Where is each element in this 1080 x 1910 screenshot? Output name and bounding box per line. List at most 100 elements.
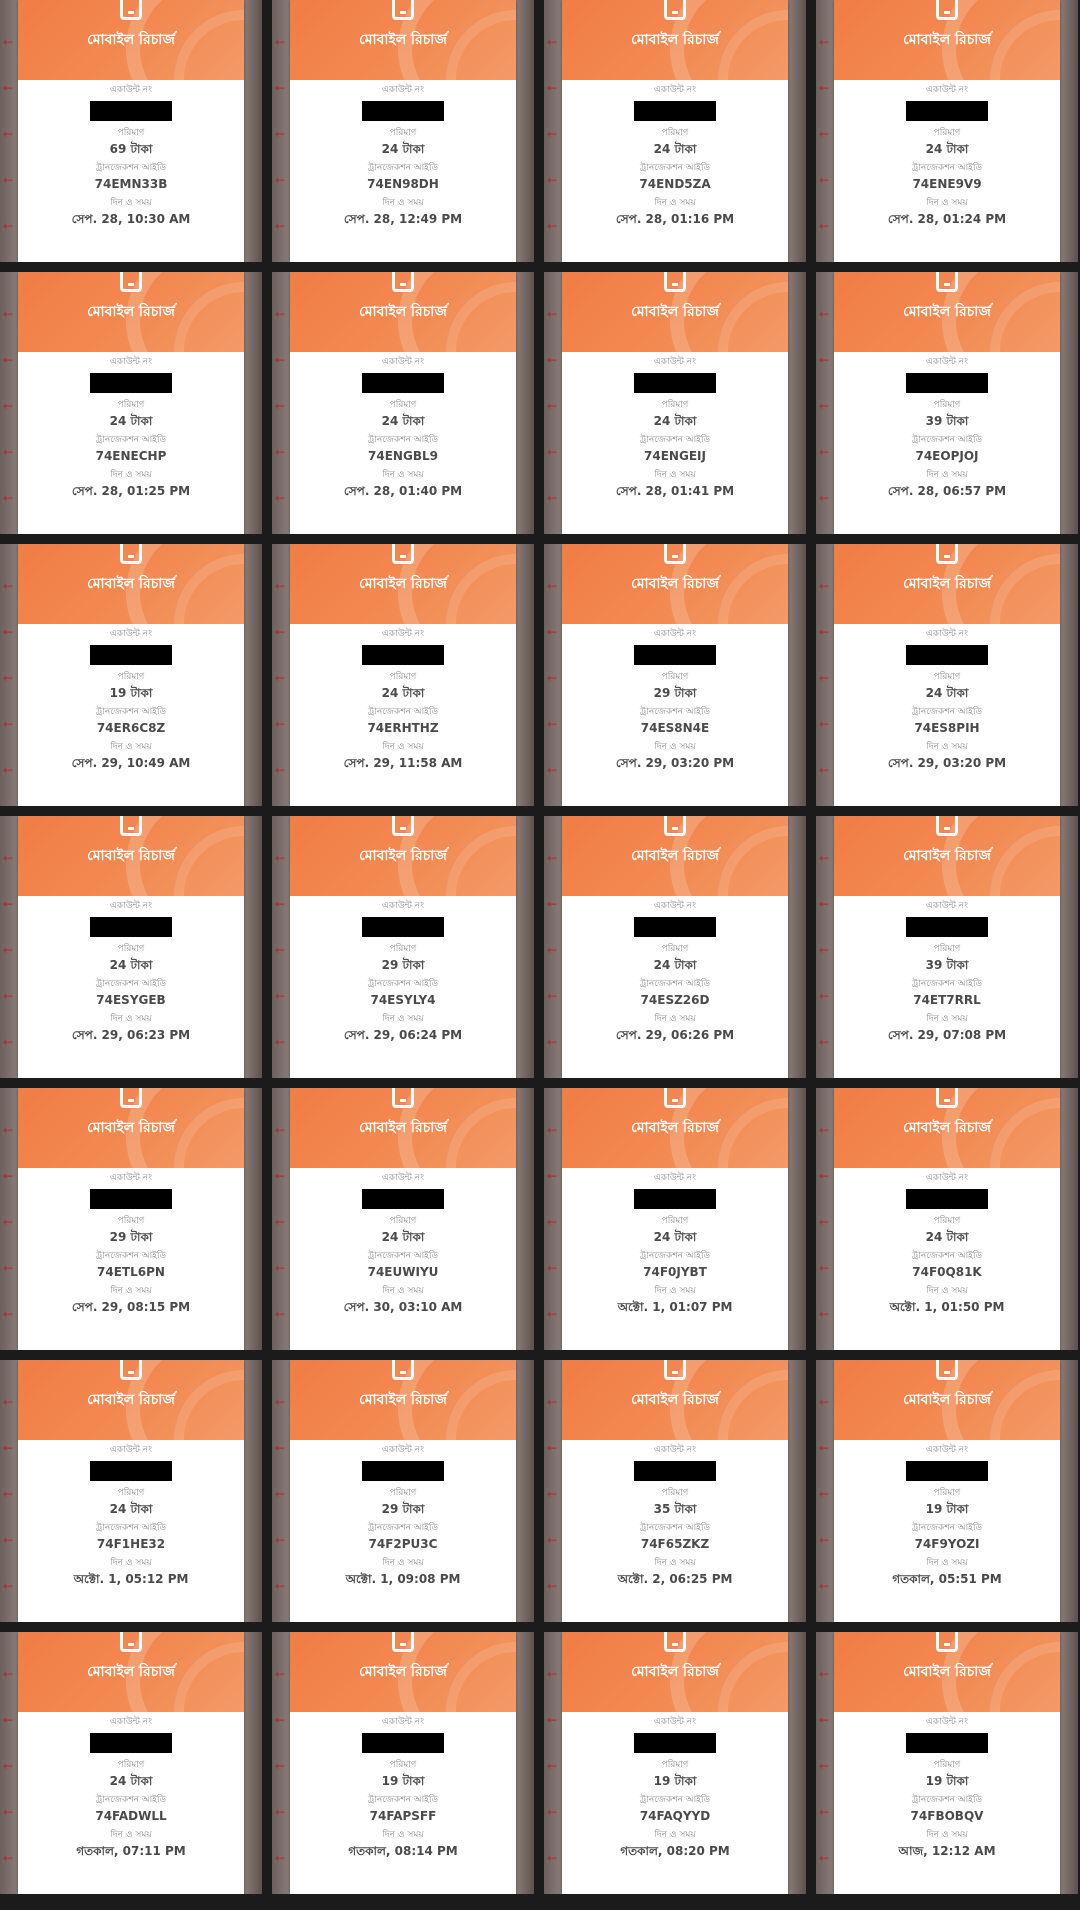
left-arrow-icon: ← [3, 1851, 14, 1865]
receipt-header: মোবাইল রিচার্জ [18, 1360, 244, 1440]
receipt-title: মোবাইল রিচার্জ [359, 304, 447, 320]
right-background-strip [1060, 272, 1078, 534]
receipt-cell: ← ← ← ← ← মোবাইল রিচার্জ একাউন্ট নং পরিম… [816, 0, 1078, 262]
receipt-cell: ← ← ← ← ← মোবাইল রিচার্জ একাউন্ট নং পরিম… [272, 544, 534, 806]
redacted-account-number [90, 373, 172, 393]
left-arrow-icon: ← [819, 1579, 830, 1593]
left-arrow-icon: ← [275, 625, 286, 639]
datetime-label: দিন ও সময় [926, 1014, 968, 1024]
receipt-title: মোবাইল রিচার্জ [359, 1392, 447, 1408]
left-arrow-icon: ← [819, 763, 830, 777]
right-background-strip [788, 1360, 806, 1622]
redacted-account-number [634, 917, 716, 937]
mobile-phone-icon [936, 1088, 958, 1108]
left-arrow-icon: ← [819, 671, 830, 685]
transaction-id-value: 74EN98DH [367, 177, 439, 191]
transaction-id-value: 74F9YOZI [914, 1537, 980, 1551]
mobile-recharge-receipt-card: মোবাইল রিচার্জ একাউন্ট নং পরিমাণ 24 টাকা… [562, 816, 788, 1078]
transaction-id-label: ট্রানজেকশন আইডি [367, 979, 439, 989]
right-background-strip [1060, 1360, 1078, 1622]
account-number-label: একাউন্ট নং [382, 1445, 424, 1455]
datetime-value: সেপ. 28, 10:30 AM [71, 212, 191, 226]
transaction-id-value: 74ET7RRL [913, 993, 981, 1007]
left-arrow-icon: ← [547, 717, 558, 731]
redacted-account-number [634, 373, 716, 393]
mobile-recharge-receipt-card: মোবাইল রিচার্জ একাউন্ট নং পরিমাণ 24 টাকা… [562, 1088, 788, 1350]
amount-label: পরিমাণ [933, 128, 961, 138]
redacted-account-number [362, 917, 444, 937]
transaction-id-value: 74F1HE32 [96, 1537, 166, 1551]
receipt-cell: ← ← ← ← ← মোবাইল রিচার্জ একাউন্ট নং পরিম… [0, 272, 262, 534]
left-background-strip: ← ← ← ← ← [544, 544, 562, 806]
left-arrow-icon: ← [3, 491, 14, 505]
account-number-label: একাউন্ট নং [382, 1173, 424, 1183]
left-arrow-icon: ← [819, 1035, 830, 1049]
left-arrow-icon: ← [819, 1759, 830, 1773]
left-arrow-icon: ← [547, 1851, 558, 1865]
redacted-account-number [906, 101, 988, 121]
account-number-label: একাউন্ট নং [654, 1173, 696, 1183]
mobile-phone-icon [120, 272, 142, 292]
right-background-strip [516, 1088, 534, 1350]
left-arrow-icon: ← [275, 81, 286, 95]
left-background-strip: ← ← ← ← ← [544, 1360, 562, 1622]
left-arrow-icon: ← [275, 717, 286, 731]
receipt-title: মোবাইল রিচার্জ [631, 848, 719, 864]
left-arrow-icon: ← [3, 1215, 14, 1229]
left-arrow-icon: ← [547, 1261, 558, 1275]
datetime-value: গতকাল, 08:20 PM [620, 1844, 730, 1858]
left-arrow-icon: ← [3, 219, 14, 233]
mobile-phone-icon [936, 272, 958, 292]
mobile-recharge-receipt-card: মোবাইল রিচার্জ একাউন্ট নং পরিমাণ 24 টাকা… [834, 0, 1060, 262]
left-background-strip: ← ← ← ← ← [0, 272, 18, 534]
left-arrow-icon: ← [547, 851, 558, 865]
receipt-header: মোবাইল রিচার্জ [562, 1360, 788, 1440]
left-arrow-icon: ← [275, 1123, 286, 1137]
right-background-strip [244, 272, 262, 534]
left-arrow-icon: ← [3, 671, 14, 685]
receipt-title: মোবাইল রিচার্জ [631, 32, 719, 48]
transaction-id-label: ট্রানজেকশন আইডি [95, 707, 167, 717]
mobile-recharge-receipt-card: মোবাইল রিচার্জ একাউন্ট নং পরিমাণ 29 টাকা… [290, 816, 516, 1078]
transaction-id-value: 74FAQYYD [639, 1809, 711, 1823]
left-background-strip: ← ← ← ← ← [272, 816, 290, 1078]
left-arrow-icon: ← [275, 1533, 286, 1547]
receipt-header: মোবাইল রিচার্জ [290, 1360, 516, 1440]
redacted-account-number [906, 1733, 988, 1753]
transaction-id-value: 74FADWLL [95, 1809, 167, 1823]
datetime-value: সেপ. 28, 01:25 PM [71, 484, 191, 498]
datetime-label: দিন ও সময় [110, 1286, 152, 1296]
receipt-cell: ← ← ← ← ← মোবাইল রিচার্জ একাউন্ট নং পরিম… [816, 1360, 1078, 1622]
left-arrow-icon: ← [547, 127, 558, 141]
transaction-id-label: ট্রানজেকশন আইডি [367, 1795, 439, 1805]
mobile-recharge-receipt-card: মোবাইল রিচার্জ একাউন্ট নং পরিমাণ 69 টাকা… [18, 0, 244, 262]
receipt-body: একাউন্ট নং পরিমাণ 19 টাকা ট্রানজেকশন আইড… [562, 1712, 788, 1860]
left-arrow-icon: ← [547, 1579, 558, 1593]
receipt-header: মোবাইল রিচার্জ [834, 1632, 1060, 1712]
right-background-strip [1060, 1632, 1078, 1894]
redacted-account-number [362, 645, 444, 665]
datetime-label: দিন ও সময় [382, 1286, 424, 1296]
amount-label: পরিমাণ [933, 1488, 961, 1498]
mobile-phone-icon [120, 1088, 142, 1108]
datetime-label: দিন ও সময় [110, 198, 152, 208]
left-arrow-icon: ← [3, 127, 14, 141]
left-arrow-icon: ← [3, 1713, 14, 1727]
left-background-strip: ← ← ← ← ← [816, 816, 834, 1078]
left-arrow-icon: ← [3, 81, 14, 95]
redacted-account-number [362, 1461, 444, 1481]
datetime-label: দিন ও সময় [654, 1830, 696, 1840]
account-number-label: একাউন্ট নং [926, 1445, 968, 1455]
left-arrow-icon: ← [3, 1123, 14, 1137]
mobile-recharge-receipt-card: মোবাইল রিচার্জ একাউন্ট নং পরিমাণ 39 টাকা… [834, 272, 1060, 534]
datetime-label: দিন ও সময় [926, 1830, 968, 1840]
mobile-recharge-receipt-card: মোবাইল রিচার্জ একাউন্ট নং পরিমাণ 24 টাকা… [18, 272, 244, 534]
transaction-id-label: ট্রানজেকশন আইডি [911, 979, 983, 989]
account-number-label: একাউন্ট নং [926, 357, 968, 367]
mobile-phone-icon [936, 0, 958, 20]
amount-label: পরিমাণ [117, 944, 145, 954]
left-arrow-icon: ← [547, 1805, 558, 1819]
left-arrow-icon: ← [275, 1579, 286, 1593]
redacted-account-number [634, 645, 716, 665]
receipt-title: মোবাইল রিচার্জ [631, 576, 719, 592]
